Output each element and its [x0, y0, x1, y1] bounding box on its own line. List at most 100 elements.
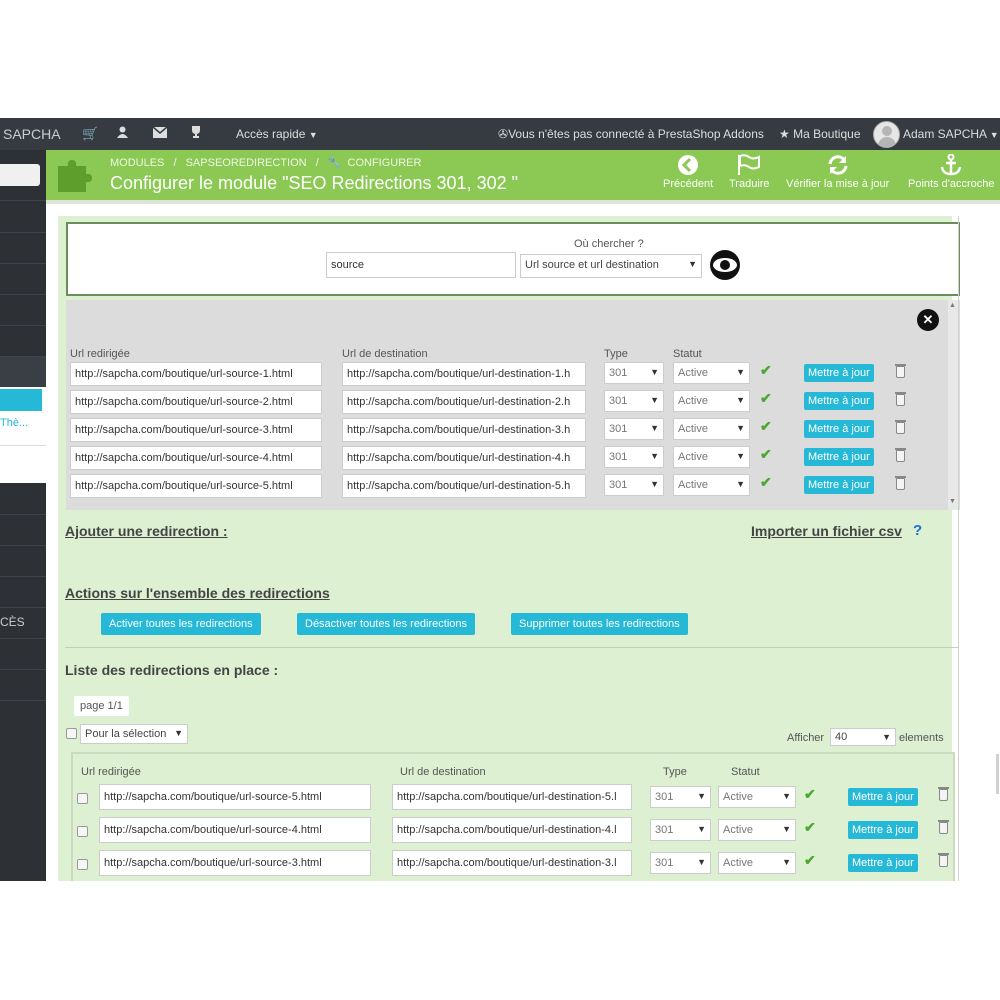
check-update-button[interactable]: Vérifier la mise à jour: [786, 154, 889, 190]
quick-access-menu[interactable]: Accès rapide ▼: [236, 127, 318, 141]
translate-button[interactable]: Traduire: [729, 154, 770, 190]
type-select[interactable]: 301 ▼: [604, 446, 664, 468]
deactivate-all-button[interactable]: Désactiver toutes les redirections: [297, 613, 476, 635]
dest-url-input[interactable]: http://sapcha.com/boutique/url-destinati…: [342, 390, 586, 414]
caret-down-icon: ▼: [174, 728, 183, 738]
sidebar-subitem-label[interactable]: Thè...: [0, 417, 28, 429]
status-value: Active: [723, 791, 753, 803]
close-icon[interactable]: ✕: [917, 309, 939, 331]
update-button[interactable]: Mettre à jour: [848, 854, 918, 872]
dest-url-input[interactable]: http://sapcha.com/boutique/url-destinati…: [342, 474, 586, 498]
bulk-select[interactable]: Pour la sélection ▼: [80, 724, 188, 744]
search-scope-select[interactable]: Url source et url destination ▼: [520, 254, 702, 278]
caret-down-icon: ▼: [782, 824, 791, 834]
check-icon: ✔: [760, 362, 772, 378]
dest-url-input[interactable]: http://sapcha.com/boutique/url-destinati…: [342, 362, 586, 386]
breadcrumb-module-name[interactable]: SAPSEOREDIRECTION: [186, 157, 307, 169]
row-checkbox[interactable]: [77, 826, 88, 837]
avatar[interactable]: [873, 121, 900, 148]
user-icon[interactable]: [117, 126, 128, 141]
trash-icon[interactable]: [895, 448, 906, 462]
sidebar-subitem-active[interactable]: [0, 389, 42, 411]
source-url-input[interactable]: http://sapcha.com/boutique/url-source-5.…: [99, 784, 371, 810]
per-page-select[interactable]: 40 ▼: [830, 728, 896, 746]
status-select[interactable]: Active ▼: [718, 786, 796, 808]
status-select[interactable]: Active ▼: [673, 474, 750, 496]
update-button[interactable]: Mettre à jour: [804, 364, 874, 382]
type-select[interactable]: 301 ▼: [604, 474, 664, 496]
source-url-input[interactable]: http://sapcha.com/boutique/url-source-1.…: [70, 362, 322, 386]
dest-url-input[interactable]: http://sapcha.com/boutique/url-destinati…: [342, 446, 586, 470]
header-shadow: [46, 200, 1000, 204]
update-button[interactable]: Mettre à jour: [848, 821, 918, 839]
wrench-icon: 🔧: [327, 157, 342, 169]
update-button[interactable]: Mettre à jour: [848, 788, 918, 806]
search-input[interactable]: source: [326, 252, 516, 278]
cart-icon[interactable]: 🛒: [82, 126, 98, 142]
source-url-input[interactable]: http://sapcha.com/boutique/url-source-2.…: [70, 390, 322, 414]
status-select[interactable]: Active ▼: [673, 362, 750, 384]
update-button[interactable]: Mettre à jour: [804, 476, 874, 494]
status-select[interactable]: Active ▼: [673, 390, 750, 412]
type-select[interactable]: 301 ▼: [650, 819, 711, 841]
delete-all-button[interactable]: Supprimer toutes les redirections: [511, 613, 688, 635]
caret-down-icon: ▼: [308, 130, 318, 140]
status-select[interactable]: Active ▼: [718, 819, 796, 841]
sidebar-search-input[interactable]: [0, 164, 40, 186]
trash-icon[interactable]: [895, 476, 906, 490]
table-row: http://sapcha.com/boutique/url-source-3.…: [73, 848, 953, 878]
mail-icon[interactable]: [152, 126, 168, 141]
row-checkbox[interactable]: [77, 859, 88, 870]
table-row: http://sapcha.com/boutique/url-source-5.…: [73, 782, 953, 812]
status-value: Active: [723, 824, 753, 836]
caret-down-icon: ▼: [736, 395, 745, 405]
eye-icon[interactable]: [710, 250, 740, 280]
caret-down-icon: ▼: [697, 857, 706, 867]
type-select[interactable]: 301 ▼: [604, 390, 664, 412]
status-value: Active: [723, 857, 753, 869]
update-button[interactable]: Mettre à jour: [804, 392, 874, 410]
sidebar-item-access-label[interactable]: CÈS: [0, 615, 25, 629]
type-select[interactable]: 301 ▼: [650, 786, 711, 808]
dest-url-input[interactable]: http://sapcha.com/boutique/url-destinati…: [392, 784, 632, 810]
add-redirect-link[interactable]: Ajouter une redirection :: [65, 523, 228, 539]
trash-icon[interactable]: [895, 364, 906, 378]
trash-icon[interactable]: [938, 820, 949, 834]
pagination[interactable]: page 1/1: [74, 696, 129, 716]
sidebar-item-modules[interactable]: [0, 357, 46, 387]
source-url-input[interactable]: http://sapcha.com/boutique/url-source-3.…: [70, 418, 322, 442]
dest-url-input[interactable]: http://sapcha.com/boutique/url-destinati…: [342, 418, 586, 442]
source-url-input[interactable]: http://sapcha.com/boutique/url-source-5.…: [70, 474, 322, 498]
status-select[interactable]: Active ▼: [673, 446, 750, 468]
source-url-input[interactable]: http://sapcha.com/boutique/url-source-3.…: [99, 850, 371, 876]
brand-name: SAPCHA: [3, 126, 61, 142]
type-select[interactable]: 301 ▼: [604, 362, 664, 384]
trash-icon[interactable]: [895, 420, 906, 434]
sidebar-item[interactable]: [0, 200, 46, 201]
select-all-checkbox[interactable]: [66, 728, 77, 739]
update-button[interactable]: Mettre à jour: [804, 448, 874, 466]
breadcrumb-modules[interactable]: MODULES: [110, 157, 164, 169]
trophy-icon[interactable]: [190, 126, 202, 141]
activate-all-button[interactable]: Activer toutes les redirections: [101, 613, 261, 635]
trash-icon[interactable]: [938, 787, 949, 801]
status-select[interactable]: Active ▼: [718, 852, 796, 874]
trash-icon[interactable]: [938, 853, 949, 867]
my-shop-link[interactable]: ★ Ma Boutique: [779, 127, 861, 141]
type-select[interactable]: 301 ▼: [604, 418, 664, 440]
status-select[interactable]: Active ▼: [673, 418, 750, 440]
page-scrollbar[interactable]: [996, 754, 999, 794]
check-icon: ✔: [760, 446, 772, 462]
help-icon[interactable]: ?: [913, 522, 922, 539]
row-checkbox[interactable]: [77, 793, 88, 804]
type-select[interactable]: 301 ▼: [650, 852, 711, 874]
source-url-input[interactable]: http://sapcha.com/boutique/url-source-4.…: [70, 446, 322, 470]
addons-status[interactable]: ✇Vous n'êtes pas connecté à PrestaShop A…: [498, 127, 764, 141]
back-button[interactable]: Précédent: [663, 154, 713, 190]
dest-url-input[interactable]: http://sapcha.com/boutique/url-destinati…: [392, 817, 632, 843]
source-url-input[interactable]: http://sapcha.com/boutique/url-source-4.…: [99, 817, 371, 843]
dest-url-input[interactable]: http://sapcha.com/boutique/url-destinati…: [392, 850, 632, 876]
import-csv-link[interactable]: Importer un fichier csv: [751, 523, 902, 539]
trash-icon[interactable]: [895, 392, 906, 406]
update-button[interactable]: Mettre à jour: [804, 420, 874, 438]
